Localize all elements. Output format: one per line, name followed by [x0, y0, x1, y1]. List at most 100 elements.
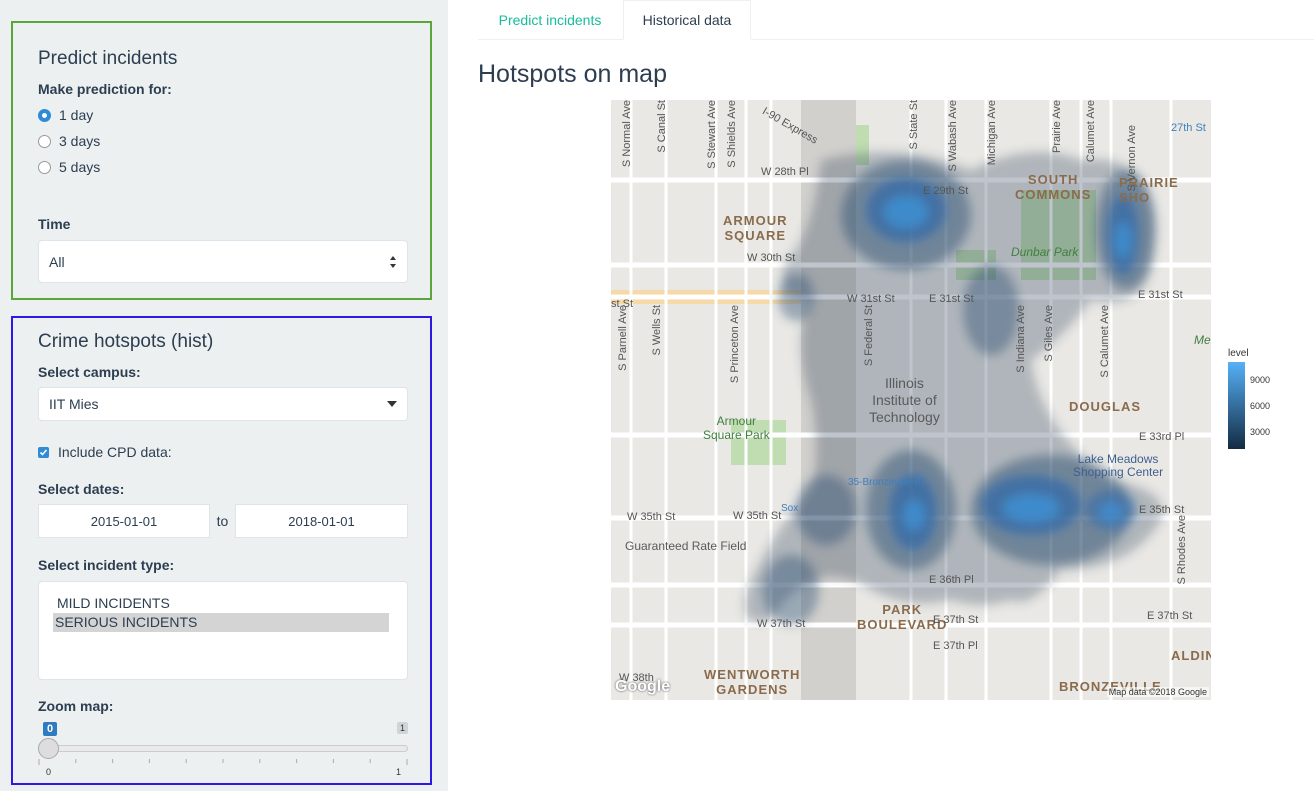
legend-tick-6000: 6000 [1250, 401, 1271, 411]
incident-option-mild[interactable]: MILD INCIDENTS [55, 594, 391, 613]
vertical-street-label: S State St [908, 100, 920, 150]
slider-tick-max: 1 [396, 767, 402, 777]
incident-listbox[interactable]: MILD INCIDENTS SERIOUS INCIDENTS [38, 581, 408, 680]
vertical-street-label: Calumet Ave [1085, 100, 1097, 163]
tab-bar: Predict incidents Historical data [478, 0, 1314, 40]
vertical-street-label: S Giles Ave [1043, 305, 1055, 362]
radio-label: 1 day [59, 107, 94, 123]
slider-tick-min: 0 [46, 767, 52, 777]
vertical-street-label: Michigan Ave [986, 100, 998, 166]
predict-panel-title: Predict incidents [38, 48, 178, 69]
incident-option-serious[interactable]: SERIOUS INCIDENTS [53, 613, 389, 632]
zoom-value-badge: 0 [43, 722, 58, 736]
radio-dot[interactable] [38, 160, 51, 174]
slider-handle[interactable] [38, 738, 59, 759]
vertical-street-label: S Parnell Ave [617, 305, 629, 371]
vertical-street-label: S Federal St [863, 305, 875, 367]
campus-label: Select campus: [38, 364, 141, 380]
zoom-label: Zoom map: [38, 698, 114, 714]
map-copyright: Map data ©2018 Google [1106, 687, 1209, 697]
map-label-aldin: ALDIN [1171, 648, 1211, 663]
radio-3-days[interactable]: 3 days [38, 133, 100, 149]
vertical-street-label: S Vernon Ave [1126, 125, 1138, 192]
radio-dot[interactable] [38, 134, 51, 148]
transit-label: 35-Bronzeville-IIT [848, 477, 927, 488]
slider-track[interactable] [38, 745, 408, 752]
vertical-street-label: Prairie Ave [1051, 100, 1063, 153]
radio-label: 3 days [59, 133, 101, 149]
time-select[interactable]: All [38, 240, 408, 283]
street-label: E 37th Pl [933, 640, 978, 652]
vertical-street-label: S Rhodes Ave [1176, 515, 1188, 585]
radio-1-day[interactable]: 1 day [38, 107, 93, 123]
dates-label: Select dates: [38, 481, 125, 497]
sidebar: Predict incidents Make prediction for: 1… [0, 0, 448, 791]
map-label-dunbar: Dunbar Park [1011, 245, 1079, 259]
street-label: W 37th St [757, 618, 806, 630]
updown-icon [390, 255, 396, 268]
prediction-label: Make prediction for: [38, 81, 172, 97]
legend-tick-9000: 9000 [1250, 375, 1271, 385]
predict-panel: Predict incidents Make prediction for: 1… [11, 21, 432, 300]
radio-5-days[interactable]: 5 days [38, 159, 100, 175]
legend-colorbar [1228, 362, 1245, 449]
vertical-street-label: S Princeton Ave [729, 305, 741, 384]
street-label: E 31st St [929, 293, 974, 305]
radio-dot[interactable] [38, 108, 51, 122]
street-label: W 28th Pl [761, 166, 809, 178]
time-select-value: All [49, 253, 65, 270]
map-label-armour-park: Armour Square Park [703, 414, 770, 442]
map-label-iit: Illinois Institute of Technology [869, 375, 940, 425]
street-label: E 36th Pl [929, 574, 974, 586]
cpd-checkbox[interactable]: Include CPD data: [38, 444, 172, 460]
date-to-input[interactable]: 2018-01-01 [235, 504, 408, 538]
legend-tick-3000: 3000 [1250, 427, 1271, 437]
hist-panel: Crime hotspots (hist) Select campus: IIT… [11, 316, 432, 785]
street-label: E 29th St [923, 185, 969, 197]
map-legend: level 9000 6000 3000 [1228, 348, 1308, 452]
date-from-input[interactable]: 2015-01-01 [38, 504, 210, 538]
caret-down-icon [387, 401, 397, 407]
tab-predict-incidents[interactable]: Predict incidents [478, 0, 622, 40]
map-label-douglas: DOUGLAS [1069, 399, 1141, 414]
map-label-wentworth: WENTWORTH GARDENS [704, 667, 801, 697]
street-label: E 33rd Pl [1139, 431, 1185, 443]
vertical-street-label: S Wabash Ave [947, 100, 959, 172]
radio-label: 5 days [59, 159, 101, 175]
map-label-lake-meadows: Lake Meadows Shopping Center [1073, 452, 1164, 479]
vertical-street-label: S Canal St [656, 100, 668, 153]
vertical-street-label: S Wells St [651, 305, 663, 356]
transit-label: Sox [781, 503, 799, 514]
campus-select[interactable]: IIT Mies [38, 387, 408, 421]
vertical-street-label: S Shields Ave [726, 100, 738, 168]
street-label: W 35th St [627, 511, 676, 523]
cpd-label: Include CPD data: [58, 444, 172, 460]
slider-ticks [38, 759, 408, 765]
incident-label: Select incident type: [38, 557, 175, 573]
vertical-street-label: S Indiana Ave [1015, 305, 1027, 373]
campus-select-value: IIT Mies [49, 396, 99, 412]
zoom-slider[interactable]: 0 1 0 1 [38, 718, 408, 777]
tab-historical-data[interactable]: Historical data [623, 0, 751, 40]
hist-panel-title: Crime hotspots (hist) [38, 331, 214, 352]
vertical-street-label: S Normal Ave [621, 100, 633, 168]
map-label-south-commons: SOUTH COMMONS [1015, 172, 1092, 202]
hotspot-map[interactable]: ARMOUR SQUARE SOUTH COMMONS PRAIRIE SHO … [611, 100, 1211, 700]
time-label: Time [38, 216, 71, 232]
street-label: E 37th St [933, 614, 979, 626]
date-separator: to [210, 504, 235, 538]
vertical-street-label: S Stewart Ave [706, 100, 718, 169]
street-label: W 30th St [747, 252, 796, 264]
street-label: E 31st St [1138, 289, 1183, 301]
checkbox-icon[interactable] [38, 446, 49, 458]
google-logo: Google [615, 678, 671, 695]
map-label-guaranteed: Guaranteed Rate Field [625, 539, 747, 553]
legend-title: level [1228, 348, 1249, 359]
zoom-max-badge: 1 [396, 722, 408, 734]
vertical-street-label: S Calumet Ave [1099, 305, 1111, 378]
street-label: W 31st St [847, 293, 895, 305]
map-label-armour-square: ARMOUR SQUARE [723, 213, 788, 243]
street-label: E 37th St [1147, 610, 1193, 622]
street-label: 27th St [1171, 122, 1206, 134]
street-label: W 35th St [733, 510, 782, 522]
